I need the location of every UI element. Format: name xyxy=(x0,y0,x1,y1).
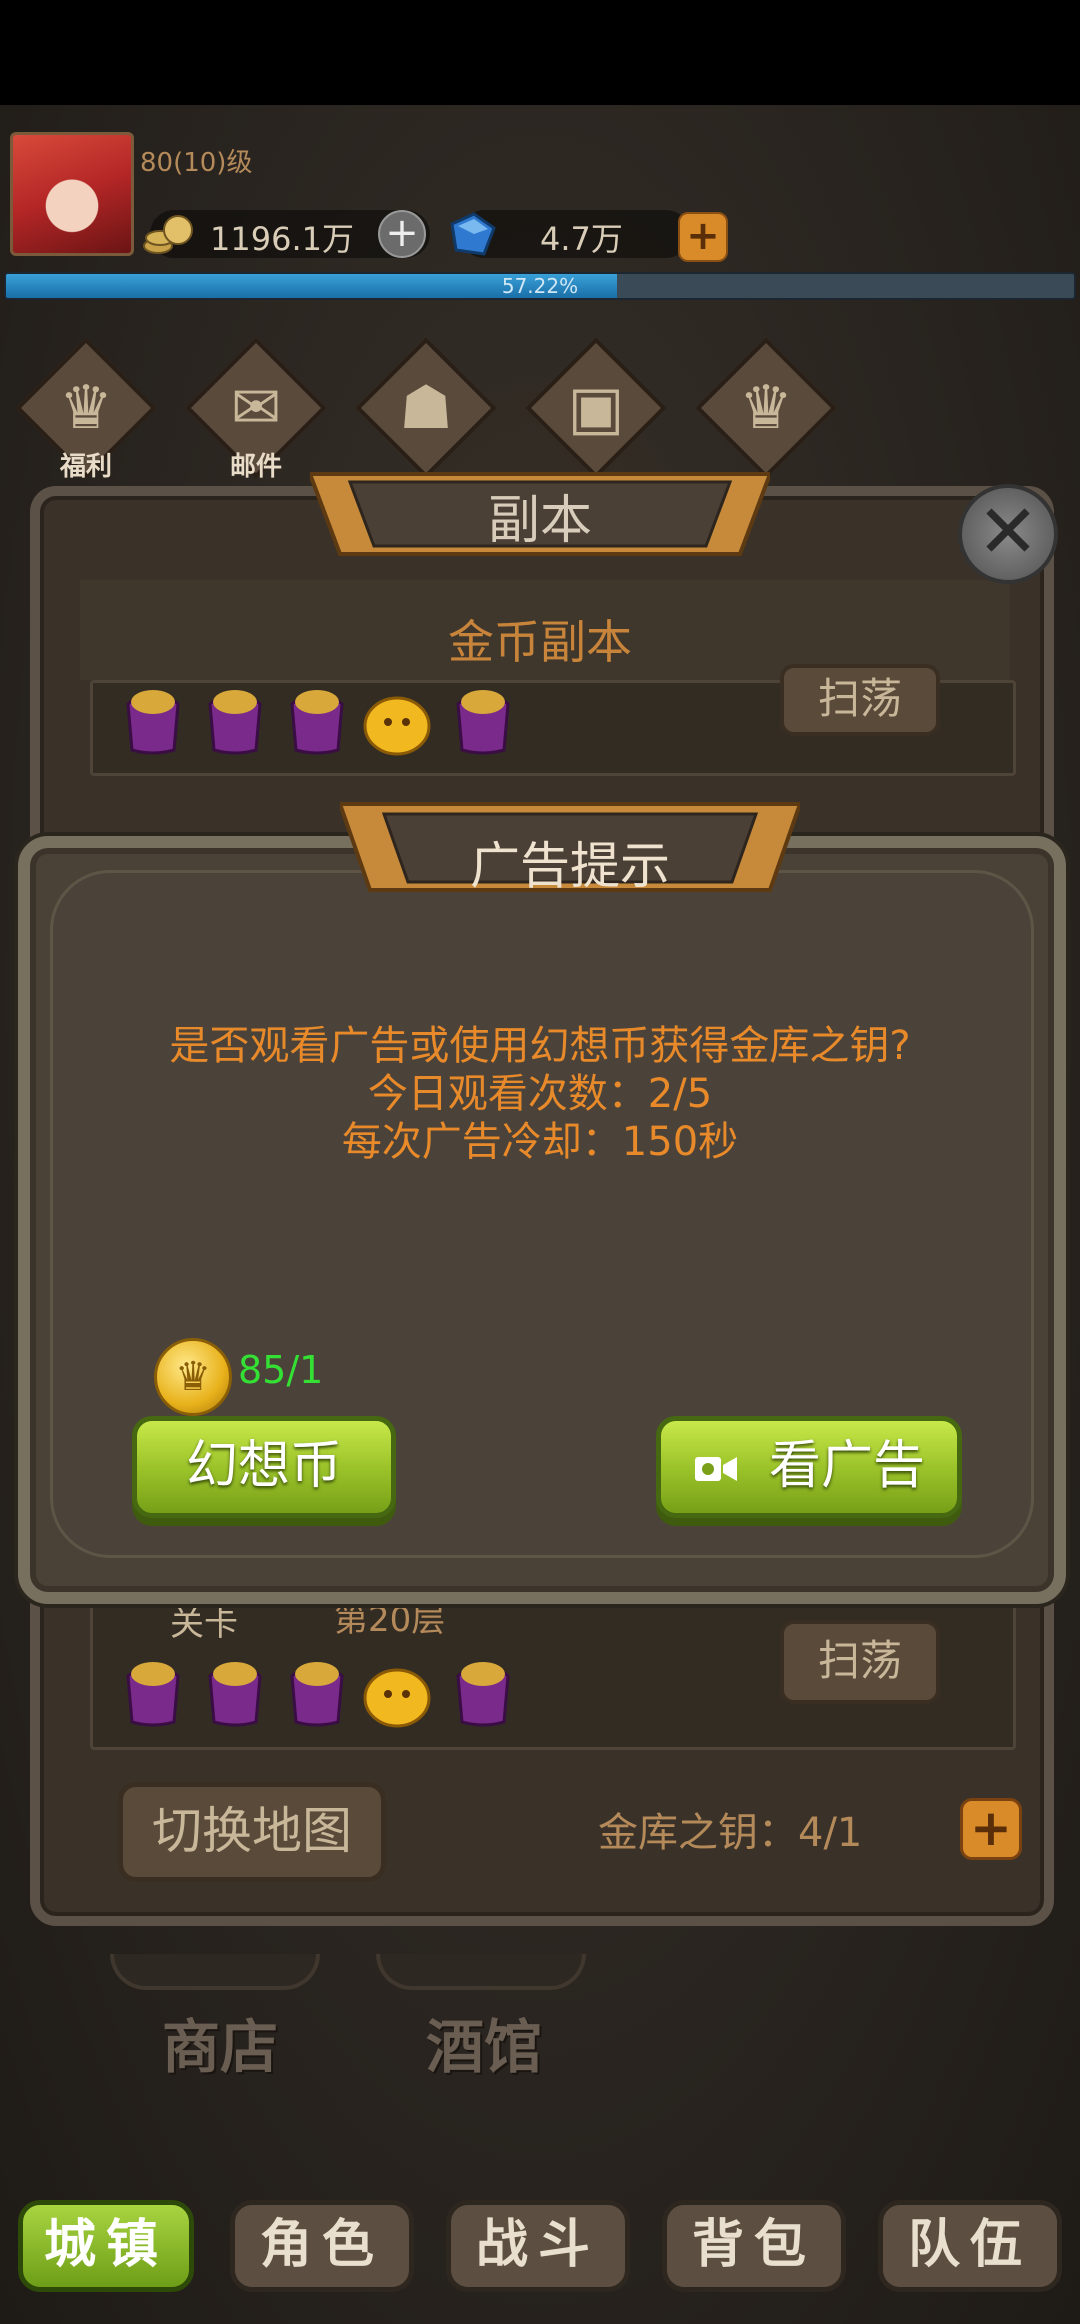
dungeon-subtitle: 金币副本 xyxy=(448,615,632,669)
switch-map-button[interactable]: 切换地图 xyxy=(118,1782,386,1882)
nav-town[interactable]: 城镇 xyxy=(18,2200,194,2292)
exp-bar: 57.22% xyxy=(4,272,1076,300)
purple-monster-icon xyxy=(290,690,344,755)
purple-monster-icon xyxy=(456,1662,510,1727)
purple-monster-icon xyxy=(126,690,180,755)
add-gems-button[interactable]: + xyxy=(678,212,728,262)
shop-building-base xyxy=(110,1954,320,1990)
fantasy-coin-icon: ♛ xyxy=(154,1338,232,1416)
purple-monster-icon xyxy=(208,690,262,755)
tavern-building-base xyxy=(376,1954,586,1990)
nav-bag[interactable]: 背包 xyxy=(662,2200,846,2292)
menu-welfare[interactable]: ♛ 福利 xyxy=(15,337,157,482)
nav-character[interactable]: 角色 xyxy=(230,2200,414,2292)
ad-message-line: 今日观看次数：2/5 xyxy=(367,1071,713,1117)
gold-value: 1196.1万 xyxy=(210,220,354,258)
ad-message-line: 是否观看广告或使用幻想币获得金库之钥? xyxy=(169,1023,911,1069)
gem-icon xyxy=(450,212,496,256)
gold-coins-icon xyxy=(143,215,193,254)
video-camera-icon xyxy=(694,1457,737,1481)
player-level: 80(10)级 xyxy=(140,148,253,178)
nav-team[interactable]: 队伍 xyxy=(878,2200,1062,2292)
sweep-button[interactable]: 扫荡 xyxy=(780,1620,940,1704)
fantasy-coin-count: 85/1 xyxy=(238,1348,324,1392)
fantasy-coin-button[interactable]: 幻想币 xyxy=(132,1416,396,1518)
purple-monster-icon xyxy=(126,1662,180,1727)
menu-welfare-label: 福利 xyxy=(59,452,112,482)
status-bar xyxy=(0,0,1080,105)
player-avatar[interactable] xyxy=(10,132,134,256)
yellow-blob-icon xyxy=(363,1668,431,1728)
menu-mail-label: 邮件 xyxy=(229,452,282,482)
gem-value: 4.7万 xyxy=(540,220,623,258)
nav-battle[interactable]: 战斗 xyxy=(446,2200,630,2292)
purple-monster-icon xyxy=(456,690,510,755)
ad-message: 是否观看广告或使用幻想币获得金库之钥? 今日观看次数：2/5 每次广告冷却：15… xyxy=(60,1022,1020,1166)
ad-message-line: 每次广告冷却：150秒 xyxy=(341,1119,739,1165)
add-gold-button[interactable]: + xyxy=(378,210,426,258)
ad-dialog-title: 广告提示 xyxy=(470,837,670,895)
watch-ad-button[interactable]: 看广告 xyxy=(656,1416,962,1518)
watch-ad-button-label: 看广告 xyxy=(768,1436,925,1496)
exp-percent: 57.22% xyxy=(501,274,579,298)
sweep-button[interactable]: 扫荡 xyxy=(780,664,940,736)
yellow-blob-icon xyxy=(363,696,431,756)
dungeon-title: 副本 xyxy=(487,491,592,551)
close-icon[interactable]: ✕ xyxy=(958,484,1058,584)
add-key-button[interactable]: + xyxy=(960,1798,1022,1860)
purple-monster-icon xyxy=(290,1662,344,1727)
fantasy-coin-button-label: 幻想币 xyxy=(185,1436,342,1496)
purple-monster-icon xyxy=(208,1662,262,1727)
menu-mail[interactable]: ✉ 邮件 xyxy=(185,337,327,482)
town-tavern[interactable]: 酒馆 xyxy=(426,2000,542,2084)
town-shop[interactable]: 商店 xyxy=(162,2000,278,2084)
vault-key-count: 金库之钥：4/1 xyxy=(598,1810,863,1856)
